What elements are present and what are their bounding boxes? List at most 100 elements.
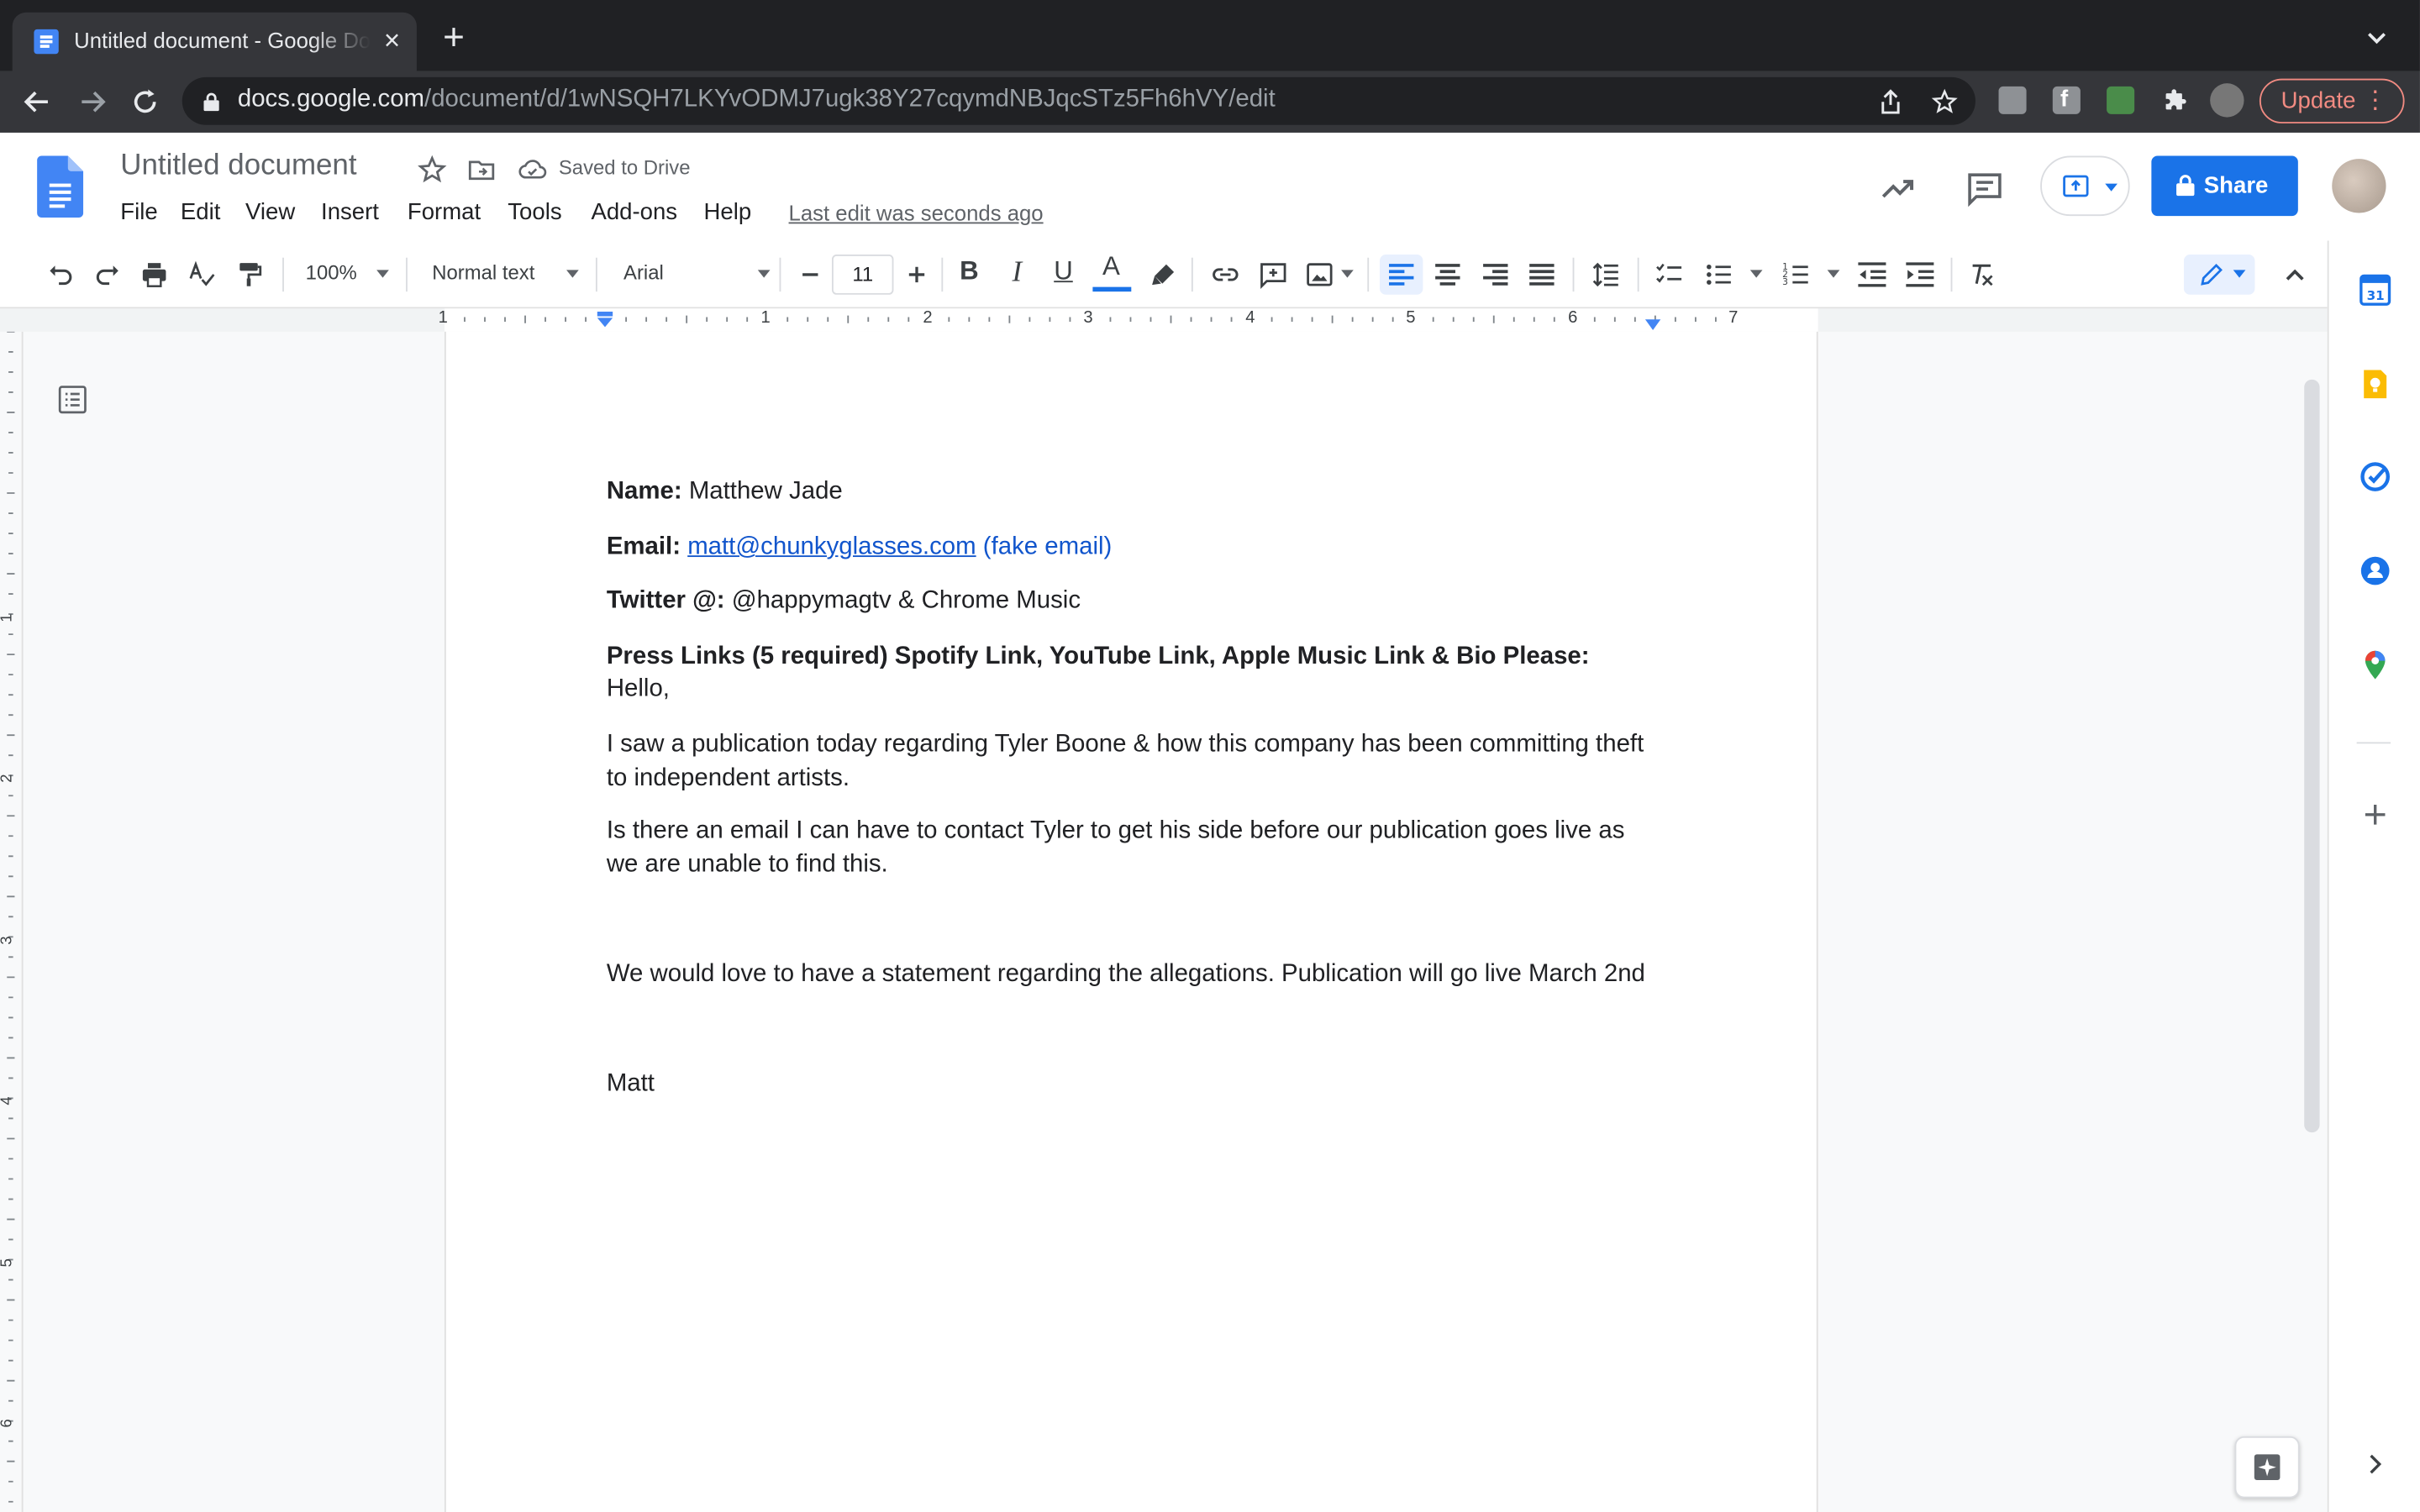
- tab-search-chevron-icon[interactable]: [2365, 24, 2389, 49]
- bold-button[interactable]: B: [950, 256, 987, 287]
- address-bar[interactable]: docs.google.com/document/d/1wNSQH7LKYvOD…: [182, 76, 1975, 125]
- update-button[interactable]: Update ⋮: [2259, 78, 2405, 123]
- font-select[interactable]: Arial: [623, 260, 664, 284]
- align-center-icon[interactable]: [1428, 255, 1468, 295]
- last-edit-link[interactable]: Last edit was seconds ago: [789, 201, 1044, 225]
- star-icon[interactable]: [417, 155, 448, 186]
- lock-icon: [203, 91, 219, 112]
- share-lock-icon: [2176, 175, 2195, 197]
- toolbar-divider: [1950, 257, 1953, 292]
- greeting-line[interactable]: Hello,: [607, 673, 1656, 706]
- paint-format-icon[interactable]: [230, 255, 271, 295]
- get-add-ons-plus-icon[interactable]: [2358, 798, 2391, 832]
- menu-tools[interactable]: Tools: [508, 199, 561, 225]
- bookmark-star-icon[interactable]: [1931, 88, 1959, 116]
- show-side-panel-chevron-icon[interactable]: [2358, 1447, 2391, 1481]
- increase-indent-icon[interactable]: [1900, 255, 1940, 295]
- explore-sparkle-icon: [2254, 1454, 2281, 1481]
- twitter-line[interactable]: Twitter @: @happymagtv & Chrome Music: [607, 585, 1656, 617]
- keep-icon[interactable]: [2358, 367, 2391, 401]
- activity-trend-icon[interactable]: [1878, 168, 1918, 208]
- ruler-number: 6: [1568, 308, 1578, 328]
- new-tab-icon[interactable]: +: [437, 19, 471, 59]
- facebook-extension-icon[interactable]: f: [2052, 86, 2081, 114]
- mail-extension-icon[interactable]: [2107, 86, 2135, 114]
- share-page-icon[interactable]: [1876, 88, 1904, 116]
- align-left-icon[interactable]: [1380, 255, 1423, 295]
- forward-arrow-icon[interactable]: [74, 83, 111, 120]
- bulleted-list-icon[interactable]: [1699, 255, 1739, 295]
- paragraph-style-select[interactable]: Normal text: [432, 260, 534, 284]
- numbered-list-icon[interactable]: 123: [1776, 255, 1817, 295]
- maps-icon[interactable]: [2358, 648, 2391, 681]
- decrease-indent-icon[interactable]: [1852, 255, 1892, 295]
- browser-tab[interactable]: Untitled document - Google Docs ×: [12, 12, 417, 71]
- insert-link-icon[interactable]: [1205, 255, 1245, 295]
- spellcheck-icon[interactable]: [182, 255, 223, 295]
- puzzle-extensions-icon[interactable]: [2160, 87, 2188, 114]
- insert-image-icon[interactable]: [1300, 255, 1340, 295]
- ruler-number: 5: [1406, 308, 1416, 328]
- menu-insert[interactable]: Insert: [321, 199, 379, 225]
- print-icon[interactable]: [134, 255, 175, 295]
- contacts-icon[interactable]: [2358, 554, 2391, 587]
- account-avatar[interactable]: [2332, 159, 2386, 213]
- undo-icon[interactable]: [40, 255, 81, 295]
- menu-edit[interactable]: Edit: [181, 199, 220, 225]
- decrease-font-size-icon[interactable]: [790, 255, 830, 295]
- back-arrow-icon[interactable]: [18, 83, 55, 120]
- move-folder-icon[interactable]: [466, 155, 497, 186]
- tab-close-icon[interactable]: ×: [376, 24, 408, 55]
- paragraph-statement[interactable]: We would love to have a statement regard…: [607, 958, 1687, 991]
- email-link[interactable]: matt@chunkyglasses.com: [687, 533, 976, 559]
- menu-help[interactable]: Help: [704, 199, 752, 225]
- name-line[interactable]: Name: Matthew Jade: [607, 475, 1656, 508]
- reload-icon[interactable]: [127, 83, 164, 120]
- tasks-icon[interactable]: [2358, 459, 2391, 493]
- paragraph-contact[interactable]: Is there an email I can have to contact …: [607, 815, 1656, 881]
- zoom-select[interactable]: 100%: [306, 260, 357, 284]
- docs-logo-icon[interactable]: [37, 155, 84, 218]
- signature-line[interactable]: Matt: [607, 1068, 1656, 1100]
- font-size-input[interactable]: 11: [831, 255, 894, 295]
- profile-avatar[interactable]: [2210, 83, 2244, 118]
- document-title[interactable]: Untitled document: [120, 150, 356, 183]
- extension-icon[interactable]: [1998, 86, 2027, 114]
- menu-add-ons[interactable]: Add-ons: [591, 199, 677, 225]
- paragraph-theft[interactable]: I saw a publication today regarding Tyle…: [607, 728, 1656, 795]
- hide-menus-chevron-up-icon[interactable]: [2275, 255, 2315, 295]
- press-links-line[interactable]: Press Links (5 required) Spotify Link, Y…: [607, 640, 1687, 673]
- email-line[interactable]: Email: matt@chunkyglasses.com (fake emai…: [607, 531, 1656, 564]
- image-caret-icon: [1341, 270, 1354, 278]
- toolbar-divider: [1191, 257, 1193, 292]
- document-scrollbar[interactable]: [2304, 379, 2320, 1133]
- align-right-icon[interactable]: [1476, 255, 1516, 295]
- justify-icon[interactable]: [1522, 255, 1562, 295]
- ruler-number: 7: [1728, 308, 1739, 328]
- document-page[interactable]: [444, 331, 1818, 1512]
- url-text[interactable]: docs.google.com/document/d/1wNSQH7LKYvOD…: [238, 87, 1276, 114]
- present-button[interactable]: [2040, 155, 2130, 217]
- menu-view[interactable]: View: [245, 199, 295, 225]
- vertical-ruler-ticks: [7, 331, 15, 1503]
- clear-formatting-icon[interactable]: [1961, 255, 2002, 295]
- menu-format[interactable]: Format: [408, 199, 481, 225]
- checklist-icon[interactable]: [1649, 255, 1690, 295]
- calendar-icon[interactable]: 31: [2358, 273, 2391, 307]
- add-comment-icon[interactable]: [1253, 255, 1293, 295]
- toolbar-divider: [282, 257, 284, 292]
- share-button[interactable]: Share: [2151, 155, 2298, 217]
- highlight-pen-icon[interactable]: [1144, 255, 1184, 295]
- side-panel-divider: [2356, 742, 2391, 744]
- italic-button[interactable]: I: [998, 256, 1035, 290]
- explore-button[interactable]: [2234, 1436, 2300, 1499]
- increase-font-size-icon[interactable]: [897, 255, 937, 295]
- svg-text:3: 3: [1782, 276, 1788, 287]
- underline-button[interactable]: U: [1044, 256, 1081, 287]
- line-spacing-icon[interactable]: [1586, 255, 1627, 295]
- document-outline-icon[interactable]: [55, 383, 89, 417]
- redo-icon[interactable]: [88, 255, 129, 295]
- text-color-button[interactable]: A: [1092, 251, 1129, 282]
- menu-file[interactable]: File: [120, 199, 157, 225]
- comments-icon[interactable]: [1965, 168, 2005, 208]
